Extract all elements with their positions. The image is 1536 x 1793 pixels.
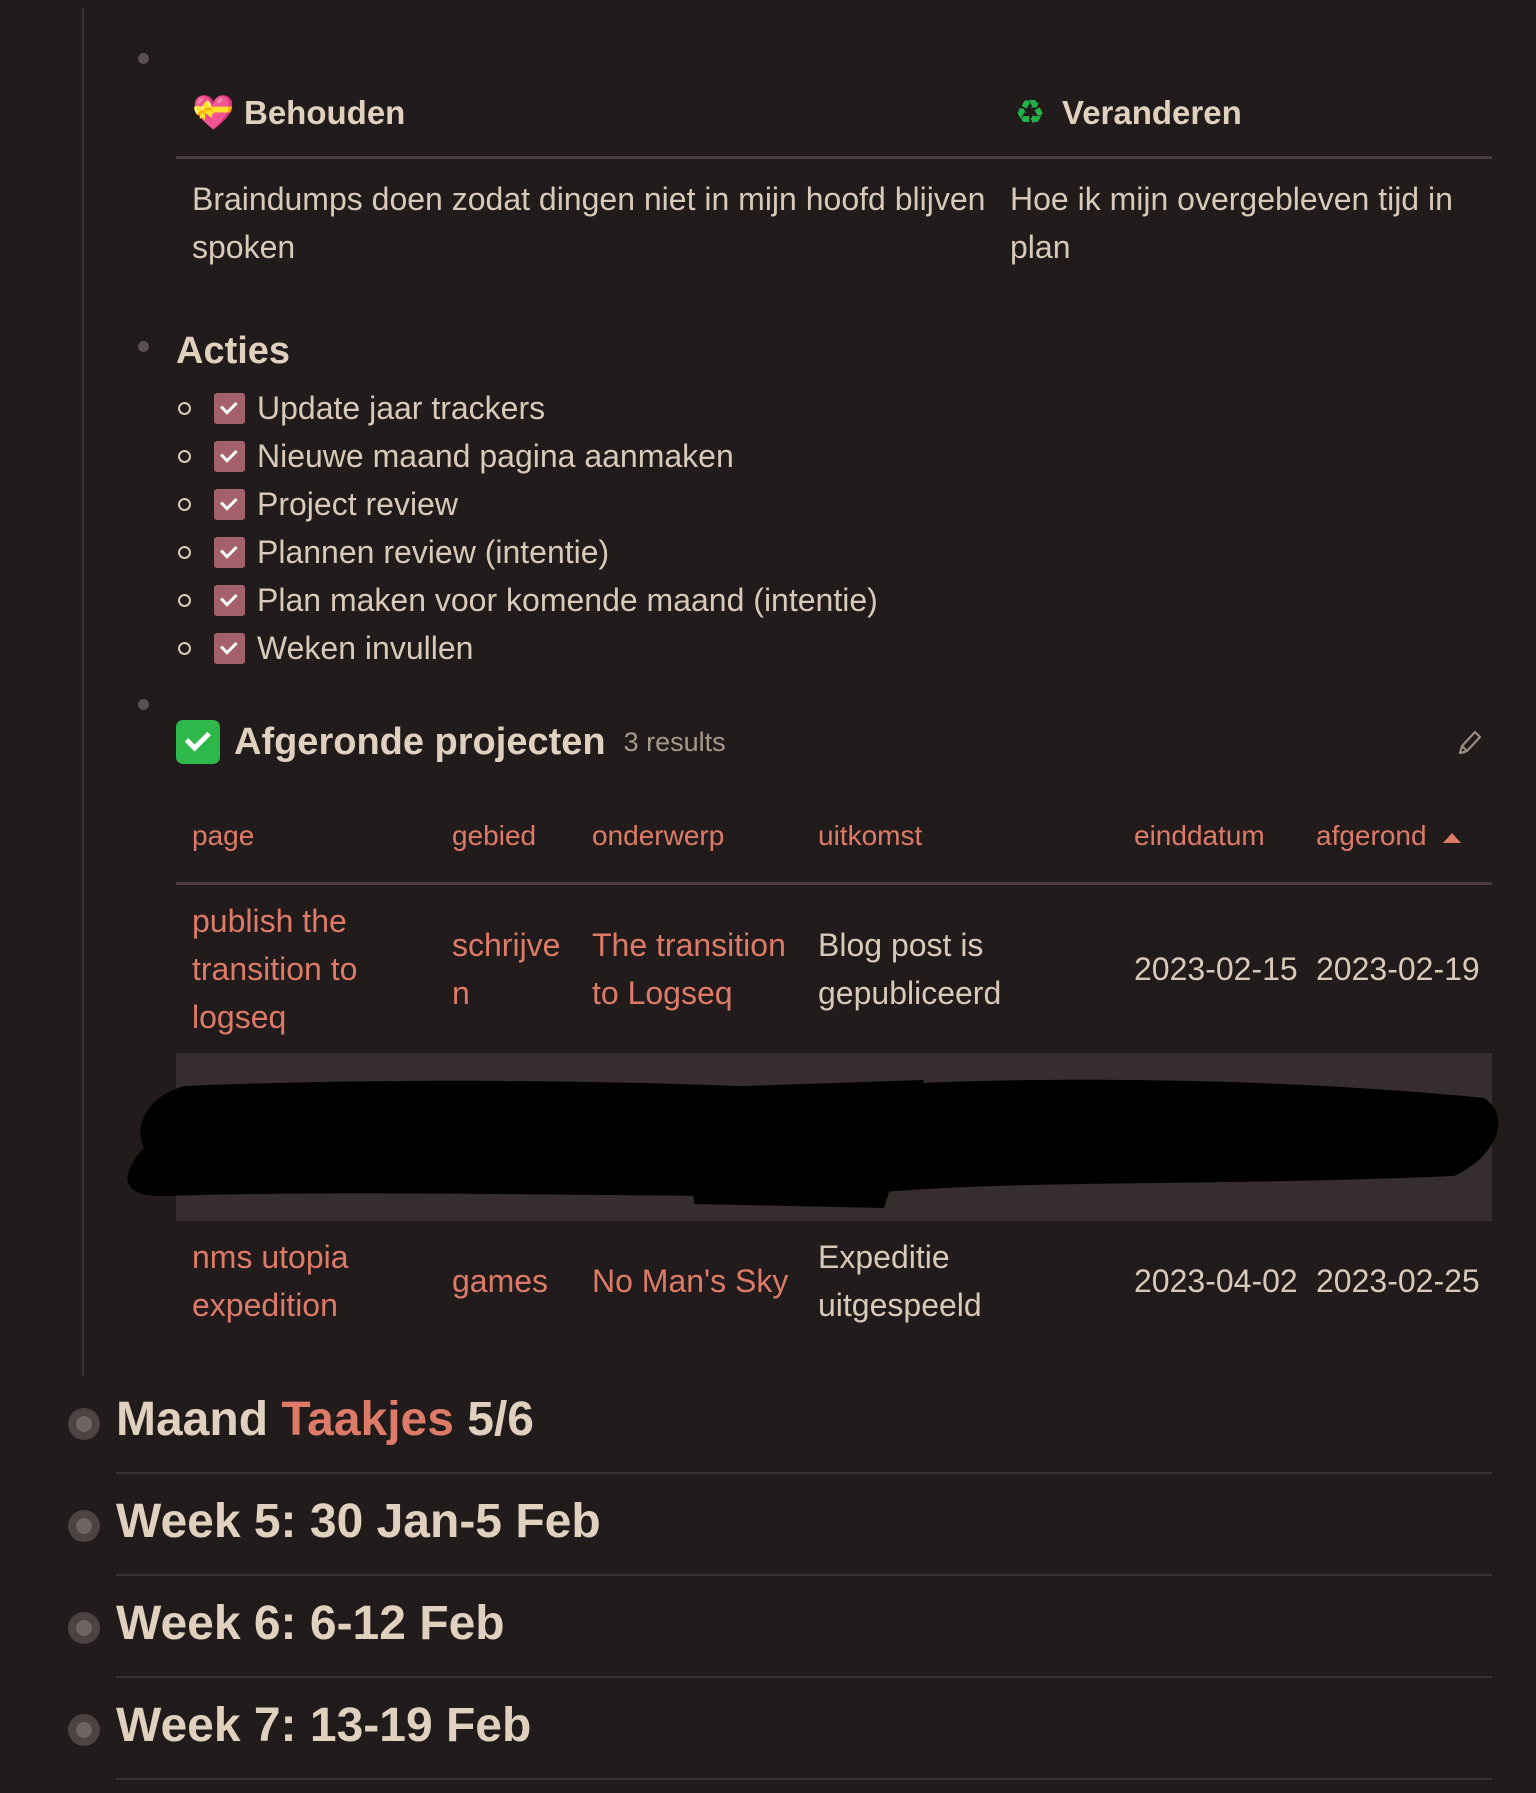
list-item: Nieuwe maand pagina aanmaken — [176, 432, 878, 480]
recycle-icon: ♻ — [1014, 94, 1046, 132]
todo-label[interactable]: Plannen review (intentie) — [257, 534, 609, 571]
section-heading[interactable]: Week 6: 6-12 Feb — [116, 1596, 505, 1651]
list-item: Project review — [176, 480, 878, 528]
column-header-uitkomst[interactable]: uitkomst — [802, 790, 1118, 885]
section-heading-block: Week 7: 13-19 Feb — [116, 1676, 1492, 1780]
table-row: publish the transition to logseq schrijv… — [176, 884, 1492, 1054]
checkbox[interactable] — [214, 536, 245, 568]
column-header-einddatum[interactable]: einddatum — [1118, 790, 1300, 885]
todo-label[interactable]: Project review — [257, 486, 458, 523]
bullet-ring-icon — [178, 642, 191, 655]
bullet-ring-icon — [178, 594, 191, 607]
table-row: nms utopia expedition games No Man's Sky… — [176, 1221, 1492, 1341]
block-bullet[interactable] — [68, 1408, 100, 1440]
pencil-icon[interactable] — [1456, 728, 1482, 758]
column-header-afgerond-label: afgerond — [1316, 820, 1427, 851]
checkbox[interactable] — [214, 392, 245, 424]
header-keep: 💝 Behouden — [176, 93, 994, 133]
checkbox[interactable] — [214, 440, 245, 472]
column-header-onderwerp[interactable]: onderwerp — [576, 790, 802, 885]
block-bullet[interactable] — [138, 699, 149, 710]
heart-gift-icon: 💝 — [192, 94, 235, 132]
bullet-ring-icon — [178, 450, 191, 463]
block-guide-line — [82, 8, 84, 1376]
block-bullet[interactable] — [138, 53, 149, 64]
column-header-gebied[interactable]: gebied — [436, 790, 576, 885]
cell-gebied[interactable]: games — [436, 1221, 576, 1341]
list-item: Update jaar trackers — [176, 384, 878, 432]
results-count: 3 results — [623, 726, 726, 757]
heading-text: Maand — [116, 1393, 282, 1446]
todo-label[interactable]: Weken invullen — [257, 630, 473, 667]
list-item: Weken invullen — [176, 624, 878, 672]
column-header-afgerond[interactable]: afgerond — [1300, 790, 1492, 885]
redaction-scribble — [127, 1079, 1499, 1208]
cell-page[interactable]: publish the transition to logseq — [176, 884, 436, 1054]
cell-page[interactable]: nms utopia expedition — [176, 1221, 436, 1341]
sort-ascending-icon[interactable] — [1442, 832, 1461, 843]
bullet-ring-icon — [178, 546, 191, 559]
block-bullet[interactable] — [68, 1510, 100, 1542]
todo-label[interactable]: Plan maken voor komende maand (intentie) — [257, 582, 878, 619]
acties-list: Update jaar trackers Nieuwe maand pagina… — [176, 384, 878, 672]
check-mark-icon — [176, 720, 220, 764]
query-title-text[interactable]: Afgeronde projecten — [234, 721, 606, 764]
header-change: ♻ Veranderen — [994, 93, 1492, 133]
change-cell[interactable]: Hoe ik mijn overgebleven tijd in plan — [994, 175, 1492, 271]
section-heading[interactable]: Maand Taakjes 5/6 — [116, 1392, 534, 1447]
section-heading-block: Week 6: 6-12 Feb — [116, 1574, 1492, 1678]
heading-suffix: 5/6 — [453, 1393, 534, 1446]
cell-uitkomst: Blog post is gepubliceerd — [818, 927, 1002, 1011]
todo-label[interactable]: Update jaar trackers — [257, 390, 545, 427]
bullet-ring-icon — [178, 402, 191, 415]
cell-einddatum: 2023-04-02 — [1134, 1263, 1298, 1299]
block-bullet[interactable] — [138, 341, 149, 352]
checkbox[interactable] — [214, 584, 245, 616]
page-reference-link[interactable]: Taakjes — [281, 1393, 454, 1446]
cell-onderwerp[interactable]: The transition to Logseq — [576, 884, 802, 1054]
cell-onderwerp[interactable]: No Man's Sky — [576, 1221, 802, 1341]
query-title: Afgeronde projecten 3 results — [176, 720, 726, 764]
cell-afgerond: 2023-02-19 — [1316, 951, 1480, 987]
bullet-ring-icon — [178, 498, 191, 511]
section-heading-block: Week 5: 30 Jan-5 Feb — [116, 1472, 1492, 1576]
keep-cell[interactable]: Braindumps doen zodat dingen niet in mij… — [176, 175, 994, 271]
acties-heading[interactable]: Acties — [176, 330, 290, 373]
header-keep-label: Behouden — [244, 94, 406, 131]
block-bullet[interactable] — [68, 1612, 100, 1644]
list-item: Plan maken voor komende maand (intentie) — [176, 576, 878, 624]
checkbox[interactable] — [214, 488, 245, 520]
section-heading[interactable]: Week 5: 30 Jan-5 Feb — [116, 1494, 601, 1549]
cell-uitkomst: Expeditie uitgespeeld — [818, 1239, 982, 1323]
cell-gebied[interactable]: schrijven — [436, 884, 576, 1054]
cell-afgerond: 2023-02-25 — [1316, 1263, 1480, 1299]
header-change-label: Veranderen — [1062, 94, 1242, 131]
cell-einddatum: 2023-02-15 — [1134, 951, 1298, 987]
column-header-page[interactable]: page — [176, 790, 436, 885]
query-results-table: page gebied onderwerp uitkomst einddatum… — [176, 790, 1492, 1341]
checkbox[interactable] — [214, 632, 245, 664]
block-bullet[interactable] — [68, 1714, 100, 1746]
section-heading-block: Maand Taakjes 5/6 — [116, 1370, 1492, 1474]
section-heading[interactable]: Week 7: 13-19 Feb — [116, 1698, 531, 1753]
todo-label[interactable]: Nieuwe maand pagina aanmaken — [257, 438, 734, 475]
list-item: Plannen review (intentie) — [176, 528, 878, 576]
keep-change-table: 💝 Behouden ♻ Veranderen Braindumps doen … — [176, 70, 1492, 271]
